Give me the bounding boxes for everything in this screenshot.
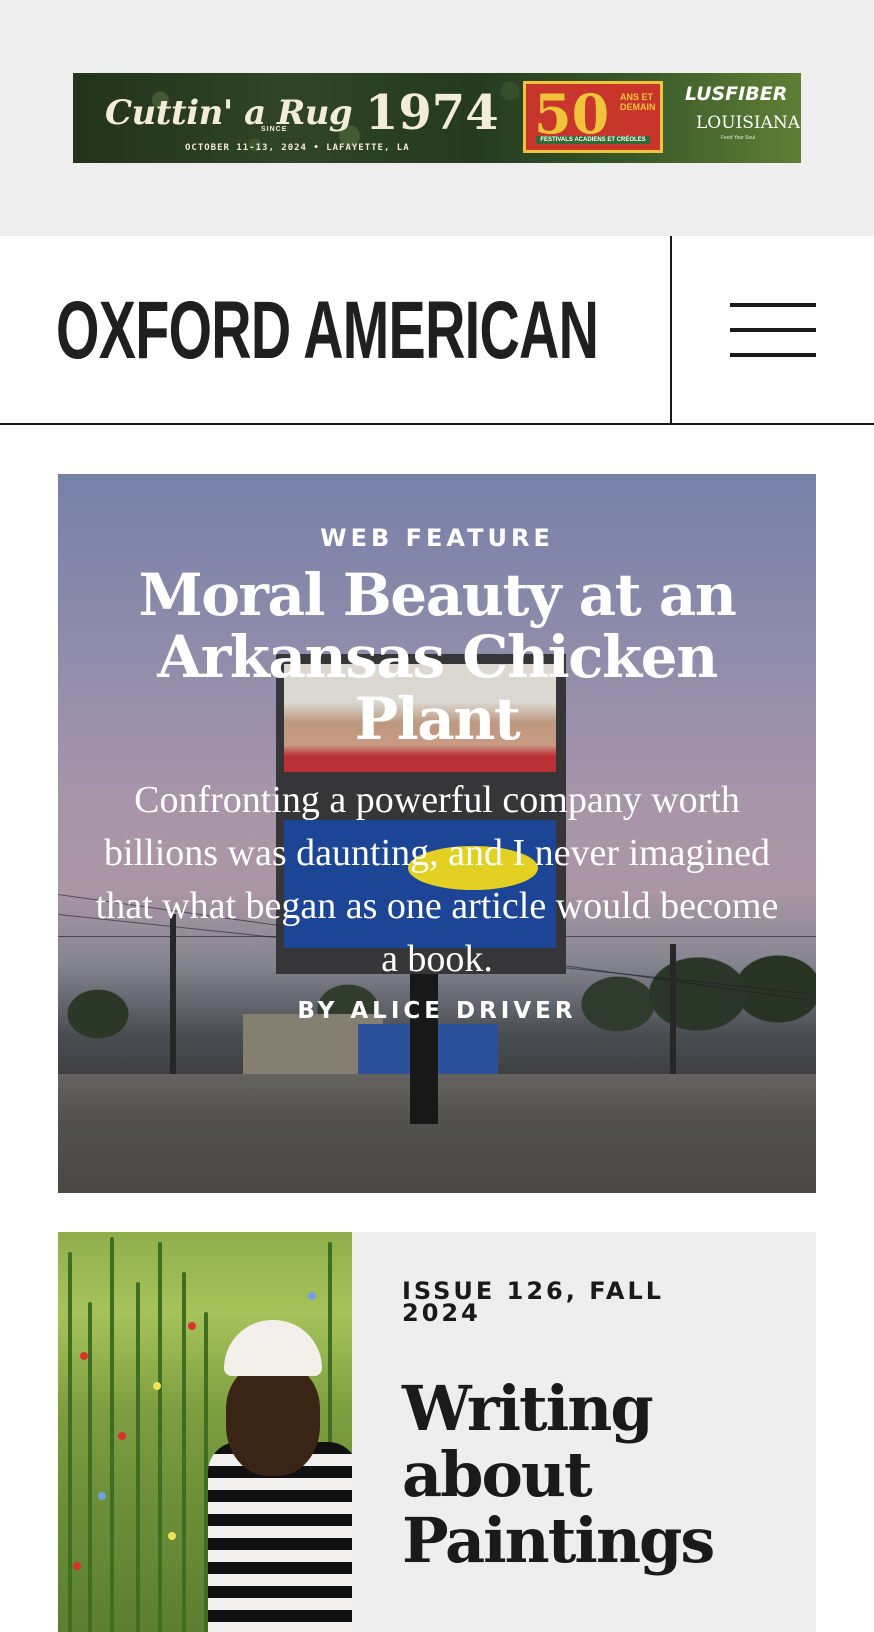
ad-script-text: Cuttin' a Rug [105, 93, 353, 133]
feature-dek: Confronting a powerful company worth bil… [95, 779, 779, 980]
feature-text: WEB FEATURE Moral Beauty at an Arkansas … [58, 524, 816, 1024]
feature-title[interactable]: Moral Beauty at an Arkansas Chicken Plan… [87, 564, 787, 750]
menu-button[interactable] [730, 303, 816, 357]
ad-sponsor-lusfiber: LUSFIBER [685, 83, 788, 105]
issue-text: ISSUE 126, FALL 2024 Writing about Paint… [402, 1279, 732, 1574]
hamburger-icon-bar-bottom [730, 353, 816, 357]
feature-kicker: WEB FEATURE [320, 524, 554, 552]
issue-title[interactable]: Writing about Paintings [402, 1376, 732, 1574]
ad-sponsor-tag: Feed Your Soul [721, 135, 756, 141]
site-logo[interactable]: OXFORD AMERICAN [56, 286, 599, 376]
feature-byline[interactable]: BY ALICE DRIVER [58, 998, 816, 1024]
ad-badge-side: ANS ET DEMAIN [620, 92, 656, 112]
feature-card[interactable]: WEB FEATURE Moral Beauty at an Arkansas … [58, 474, 816, 1193]
issue-card[interactable]: ISSUE 126, FALL 2024 Writing about Paint… [58, 1232, 816, 1632]
ad-since: SINCE [261, 126, 288, 133]
ad-area: Cuttin' a Rug SINCE 1974 OCTOBER 11-13, … [0, 0, 874, 236]
issue-painting-image [58, 1232, 352, 1632]
issue-label[interactable]: ISSUE 126, FALL 2024 [402, 1279, 732, 1325]
ad-anniversary-badge: 50 ANS ET DEMAIN FESTIVALS ACADIENS ET C… [523, 81, 663, 153]
ad-sponsor-louisiana: LOUISIANA [696, 113, 801, 133]
ad-year: 1974 [365, 85, 499, 141]
ad-badge-foot: FESTIVALS ACADIENS ET CRÉOLES [536, 136, 650, 144]
header-divider [670, 236, 672, 423]
ad-banner[interactable]: Cuttin' a Rug SINCE 1974 OCTOBER 11-13, … [73, 73, 801, 163]
ad-dates: OCTOBER 11-13, 2024 • LAFAYETTE, LA [185, 143, 410, 153]
hamburger-icon-bar-middle [730, 328, 816, 332]
hamburger-icon-bar-top [730, 303, 816, 307]
site-header: OXFORD AMERICAN [0, 236, 874, 425]
